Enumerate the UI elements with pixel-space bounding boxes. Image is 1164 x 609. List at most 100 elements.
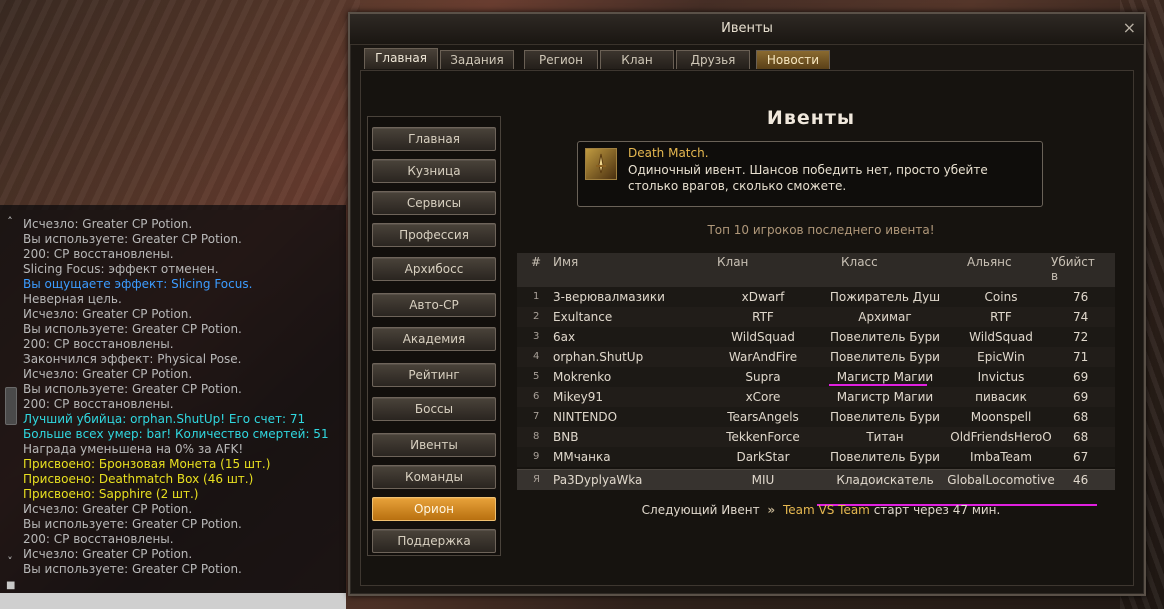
chat-line: Исчезло: Greater CP Potion.	[23, 367, 193, 381]
chat-line: Неверная цель.	[23, 292, 122, 306]
cell-kills: 68	[1073, 430, 1089, 444]
cell-alliance: RTF	[990, 310, 1012, 324]
menu-item-3[interactable]: Сервисы	[372, 191, 496, 215]
tab-friends[interactable]: Друзья	[676, 50, 750, 69]
cell-name: 6ax	[553, 330, 576, 344]
table-header: # Имя Клан Класс Альянс Убийств	[517, 253, 1115, 287]
cell-alliance: ImbaTeam	[970, 450, 1032, 464]
cell-kills: 46	[1073, 473, 1089, 487]
lock-icon[interactable]: ■	[6, 580, 15, 591]
table-row[interactable]: 9 MMчанка DarkStar Повелитель Бури ImbaTeam 6…	[517, 447, 1115, 467]
menu-item-7[interactable]: Академия	[372, 327, 496, 351]
menu-item-10[interactable]: Ивенты	[372, 433, 496, 457]
tab-region[interactable]: Регион	[524, 50, 598, 69]
chat-line: Вы ощущаете эффект: Slicing Focus.	[23, 277, 253, 291]
chat-input-strip[interactable]	[0, 593, 346, 609]
next-event-suffix: старт через 47 мин.	[873, 503, 1001, 517]
cell-kills: 69	[1073, 370, 1089, 384]
cell-alliance: пивасик	[975, 390, 1027, 404]
chat-line: Закончился эффект: Physical Pose.	[23, 352, 242, 366]
chat-line: 200: CP восстановлены.	[23, 337, 174, 351]
chat-line: Вы используете: Greater CP Potion.	[23, 232, 242, 246]
next-event-prefix: Следующий Ивент	[641, 503, 760, 517]
chat-scrollbar[interactable]: ˄ ˅	[4, 216, 17, 585]
highlight-underline	[829, 384, 927, 386]
cell-name: orphan.ShutUp	[553, 350, 644, 364]
events-window: Ивенты × Главная Задания Регион Клан Дру…	[348, 12, 1146, 596]
event-title: Death Match.	[628, 146, 709, 160]
menu-item-2[interactable]: Кузница	[372, 159, 496, 183]
tab-clan[interactable]: Клан	[600, 50, 674, 69]
cell-num: 3	[533, 331, 540, 342]
chat-line: Исчезло: Greater CP Potion.	[23, 307, 193, 321]
chat-line: Больше всех умер: bar! Количество смерте…	[23, 427, 329, 441]
my-row[interactable]: Я Pa3DyplyaWka MIU Кладоискатель GlobalLocom…	[517, 469, 1115, 490]
tab-quests[interactable]: Задания	[440, 50, 514, 69]
top10-label: Топ 10 игроков последнего ивента!	[707, 223, 935, 237]
tab-news[interactable]: Новости	[756, 50, 830, 69]
cell-alliance: Invictus	[977, 370, 1025, 384]
table-body: 1 3-верювалмазики xDwarf Пожиратель Душ Coin…	[517, 287, 1115, 507]
double-chevron-icon: »	[767, 503, 776, 517]
cell-name: BNB	[553, 430, 579, 444]
cell-kills: 74	[1073, 310, 1089, 324]
chat-window[interactable]: ˄ ˅ Исчезло: Greater CP Potion. Вы исполь…	[0, 205, 346, 593]
cell-name: 3-верювалмазики	[553, 290, 665, 304]
cell-kills: 68	[1073, 410, 1089, 424]
menu-item-1[interactable]: Главная	[372, 127, 496, 151]
chat-scroll-thumb[interactable]	[5, 387, 17, 425]
header-clan: Клан	[717, 255, 749, 269]
table-row[interactable]: 2 Exultance RTF Архимаг RTF 74	[517, 307, 1115, 327]
cell-num: 9	[533, 451, 540, 462]
cell-alliance: WildSquad	[969, 330, 1033, 344]
chevron-up-icon[interactable]: ˄	[4, 216, 16, 227]
table-row[interactable]: 7 NINTENDO TearsAngels Повелитель Бури Moons…	[517, 407, 1115, 427]
header-alliance: Альянс	[967, 255, 1012, 269]
chat-line: 200: CP восстановлены.	[23, 532, 174, 546]
cell-kills: 69	[1073, 390, 1089, 404]
menu-item-5[interactable]: Архибосс	[372, 257, 496, 281]
menu-item-11[interactable]: Команды	[372, 465, 496, 489]
menu-item-9[interactable]: Боссы	[372, 397, 496, 421]
cell-name: Mokrenko	[553, 370, 612, 384]
chevron-down-icon[interactable]: ˅	[4, 556, 16, 567]
header-name: Имя	[553, 255, 579, 269]
window-title: Ивенты	[721, 21, 773, 36]
tab-main[interactable]: Главная	[364, 48, 438, 69]
table-row[interactable]: 1 3-верювалмазики xDwarf Пожиратель Душ Coin…	[517, 287, 1115, 307]
table-row[interactable]: 6 Mikey91 xCore Магистр Магии пивасик 69	[517, 387, 1115, 407]
header-kills: Убийств	[1051, 255, 1095, 283]
window-titlebar[interactable]: Ивенты	[350, 14, 1144, 45]
chat-line: Исчезло: Greater CP Potion.	[23, 547, 193, 561]
menu-item-8[interactable]: Рейтинг	[372, 363, 496, 387]
sword-event-icon	[585, 148, 617, 180]
menu-item-13[interactable]: Поддержка	[372, 529, 496, 553]
next-event-name[interactable]: Team VS Team	[783, 503, 870, 517]
cell-num: 2	[533, 311, 540, 322]
cell-name: Exultance	[553, 310, 613, 324]
cell-kills: 72	[1073, 330, 1089, 344]
menu-item-4[interactable]: Профессия	[372, 223, 496, 247]
header-class: Класс	[841, 255, 878, 269]
chat-line: Лучший убийца: orphan.ShutUp! Его счет: …	[23, 412, 306, 426]
chat-line: Исчезло: Greater CP Potion.	[23, 502, 193, 516]
chat-line: Исчезло: Greater CP Potion.	[23, 217, 193, 231]
world-texture	[0, 0, 360, 210]
chat-line: 200: CP восстановлены.	[23, 247, 174, 261]
table-row[interactable]: 4 orphan.ShutUp WarAndFire Повелитель Бури E…	[517, 347, 1115, 367]
cell-kills: 71	[1073, 350, 1089, 364]
chat-line: Вы используете: Greater CP Potion.	[23, 322, 242, 336]
chat-line: Присвоено: Sapphire (2 шт.)	[23, 487, 199, 501]
menu-item-6[interactable]: Авто-CP	[372, 293, 496, 317]
close-icon[interactable]: ×	[1123, 19, 1136, 37]
menu-item-12[interactable]: Орион	[372, 497, 496, 521]
cell-kills: 67	[1073, 450, 1089, 464]
table-row[interactable]: 8 BNB TekkenForce Титан OldFriendsHeroO 68	[517, 427, 1115, 447]
table-row[interactable]: 5 Mokrenko Supra Магистр Магии Invictus 69	[517, 367, 1115, 387]
cell-num: 4	[533, 351, 540, 362]
next-event-line: Следующий Ивент » Team VS Team старт чер…	[521, 503, 1121, 517]
chat-line: Присвоено: Deathmatch Box (46 шт.)	[23, 472, 254, 486]
cell-num: 6	[533, 391, 540, 402]
table-row[interactable]: 3 6ax WildSquad Повелитель Бури WildSquad 72	[517, 327, 1115, 347]
chat-line: Вы используете: Greater CP Potion.	[23, 562, 242, 576]
